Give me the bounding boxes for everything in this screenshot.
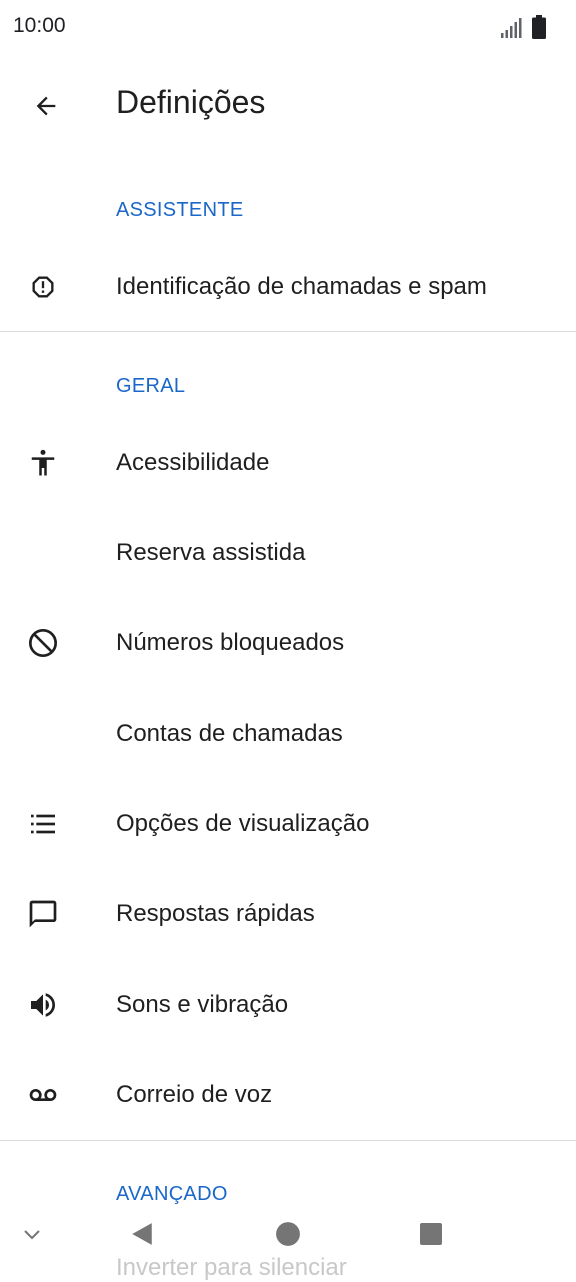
block-icon xyxy=(27,627,59,659)
voicemail-icon xyxy=(27,1079,59,1111)
collapse-nav-button[interactable] xyxy=(12,1218,52,1250)
setting-item-blocked-numbers[interactable]: Números bloqueados xyxy=(0,597,576,687)
app-bar: Definições xyxy=(0,70,576,140)
setting-item-label: Sons e vibração xyxy=(116,991,289,1018)
section-header-assistant: ASSISTENTE xyxy=(116,199,244,221)
setting-item-label: Opções de visualização xyxy=(116,810,370,837)
setting-item-sounds-vibration[interactable]: Sons e vibração xyxy=(0,959,576,1049)
setting-item-calling-accounts[interactable]: Contas de chamadas xyxy=(0,688,576,778)
list-icon xyxy=(27,808,59,840)
setting-item-label: Acessibilidade xyxy=(116,449,270,476)
setting-item-assisted-dialing[interactable]: Reserva assistida xyxy=(0,507,576,597)
recents-square-icon xyxy=(420,1223,442,1245)
collapse-icon xyxy=(24,1230,40,1240)
battery-icon xyxy=(532,15,546,39)
setting-item-label: Identificação de chamadas e spam xyxy=(116,273,487,300)
status-icons xyxy=(500,15,546,39)
setting-item-label: Reserva assistida xyxy=(116,539,306,566)
setting-item-label: Contas de chamadas xyxy=(116,720,343,747)
status-bar: 10:00 xyxy=(0,0,576,56)
message-icon xyxy=(27,898,59,930)
divider xyxy=(0,331,576,332)
setting-item-caller-id-spam[interactable]: Identificação de chamadas e spam xyxy=(0,241,576,331)
nav-home-button[interactable] xyxy=(268,1218,308,1250)
section-header-general: GERAL xyxy=(116,375,186,397)
navigation-bar xyxy=(0,1206,576,1262)
page-title: Definições xyxy=(116,84,266,120)
back-triangle-icon xyxy=(132,1223,152,1245)
section-header-advanced: AVANÇADO xyxy=(116,1183,228,1205)
nav-recents-button[interactable] xyxy=(411,1218,451,1250)
back-button[interactable] xyxy=(24,84,68,128)
setting-item-quick-responses[interactable]: Respostas rápidas xyxy=(0,868,576,958)
setting-item-label: Respostas rápidas xyxy=(116,900,315,927)
divider xyxy=(0,1140,576,1141)
arrow-back-icon xyxy=(36,96,56,116)
setting-item-label: Correio de voz xyxy=(116,1081,273,1108)
setting-item-label: Números bloqueados xyxy=(116,629,345,656)
nav-back-button[interactable] xyxy=(122,1218,162,1250)
home-circle-icon xyxy=(276,1222,300,1246)
spam-alert-icon xyxy=(27,271,59,303)
volume-icon xyxy=(27,989,59,1021)
setting-item-display-options[interactable]: Opções de visualização xyxy=(0,778,576,868)
status-time: 10:00 xyxy=(13,14,66,37)
setting-item-voicemail[interactable]: Correio de voz xyxy=(0,1049,576,1139)
accessibility-icon xyxy=(27,447,59,479)
setting-item-accessibility[interactable]: Acessibilidade xyxy=(0,417,576,507)
signal-icon xyxy=(501,18,522,38)
